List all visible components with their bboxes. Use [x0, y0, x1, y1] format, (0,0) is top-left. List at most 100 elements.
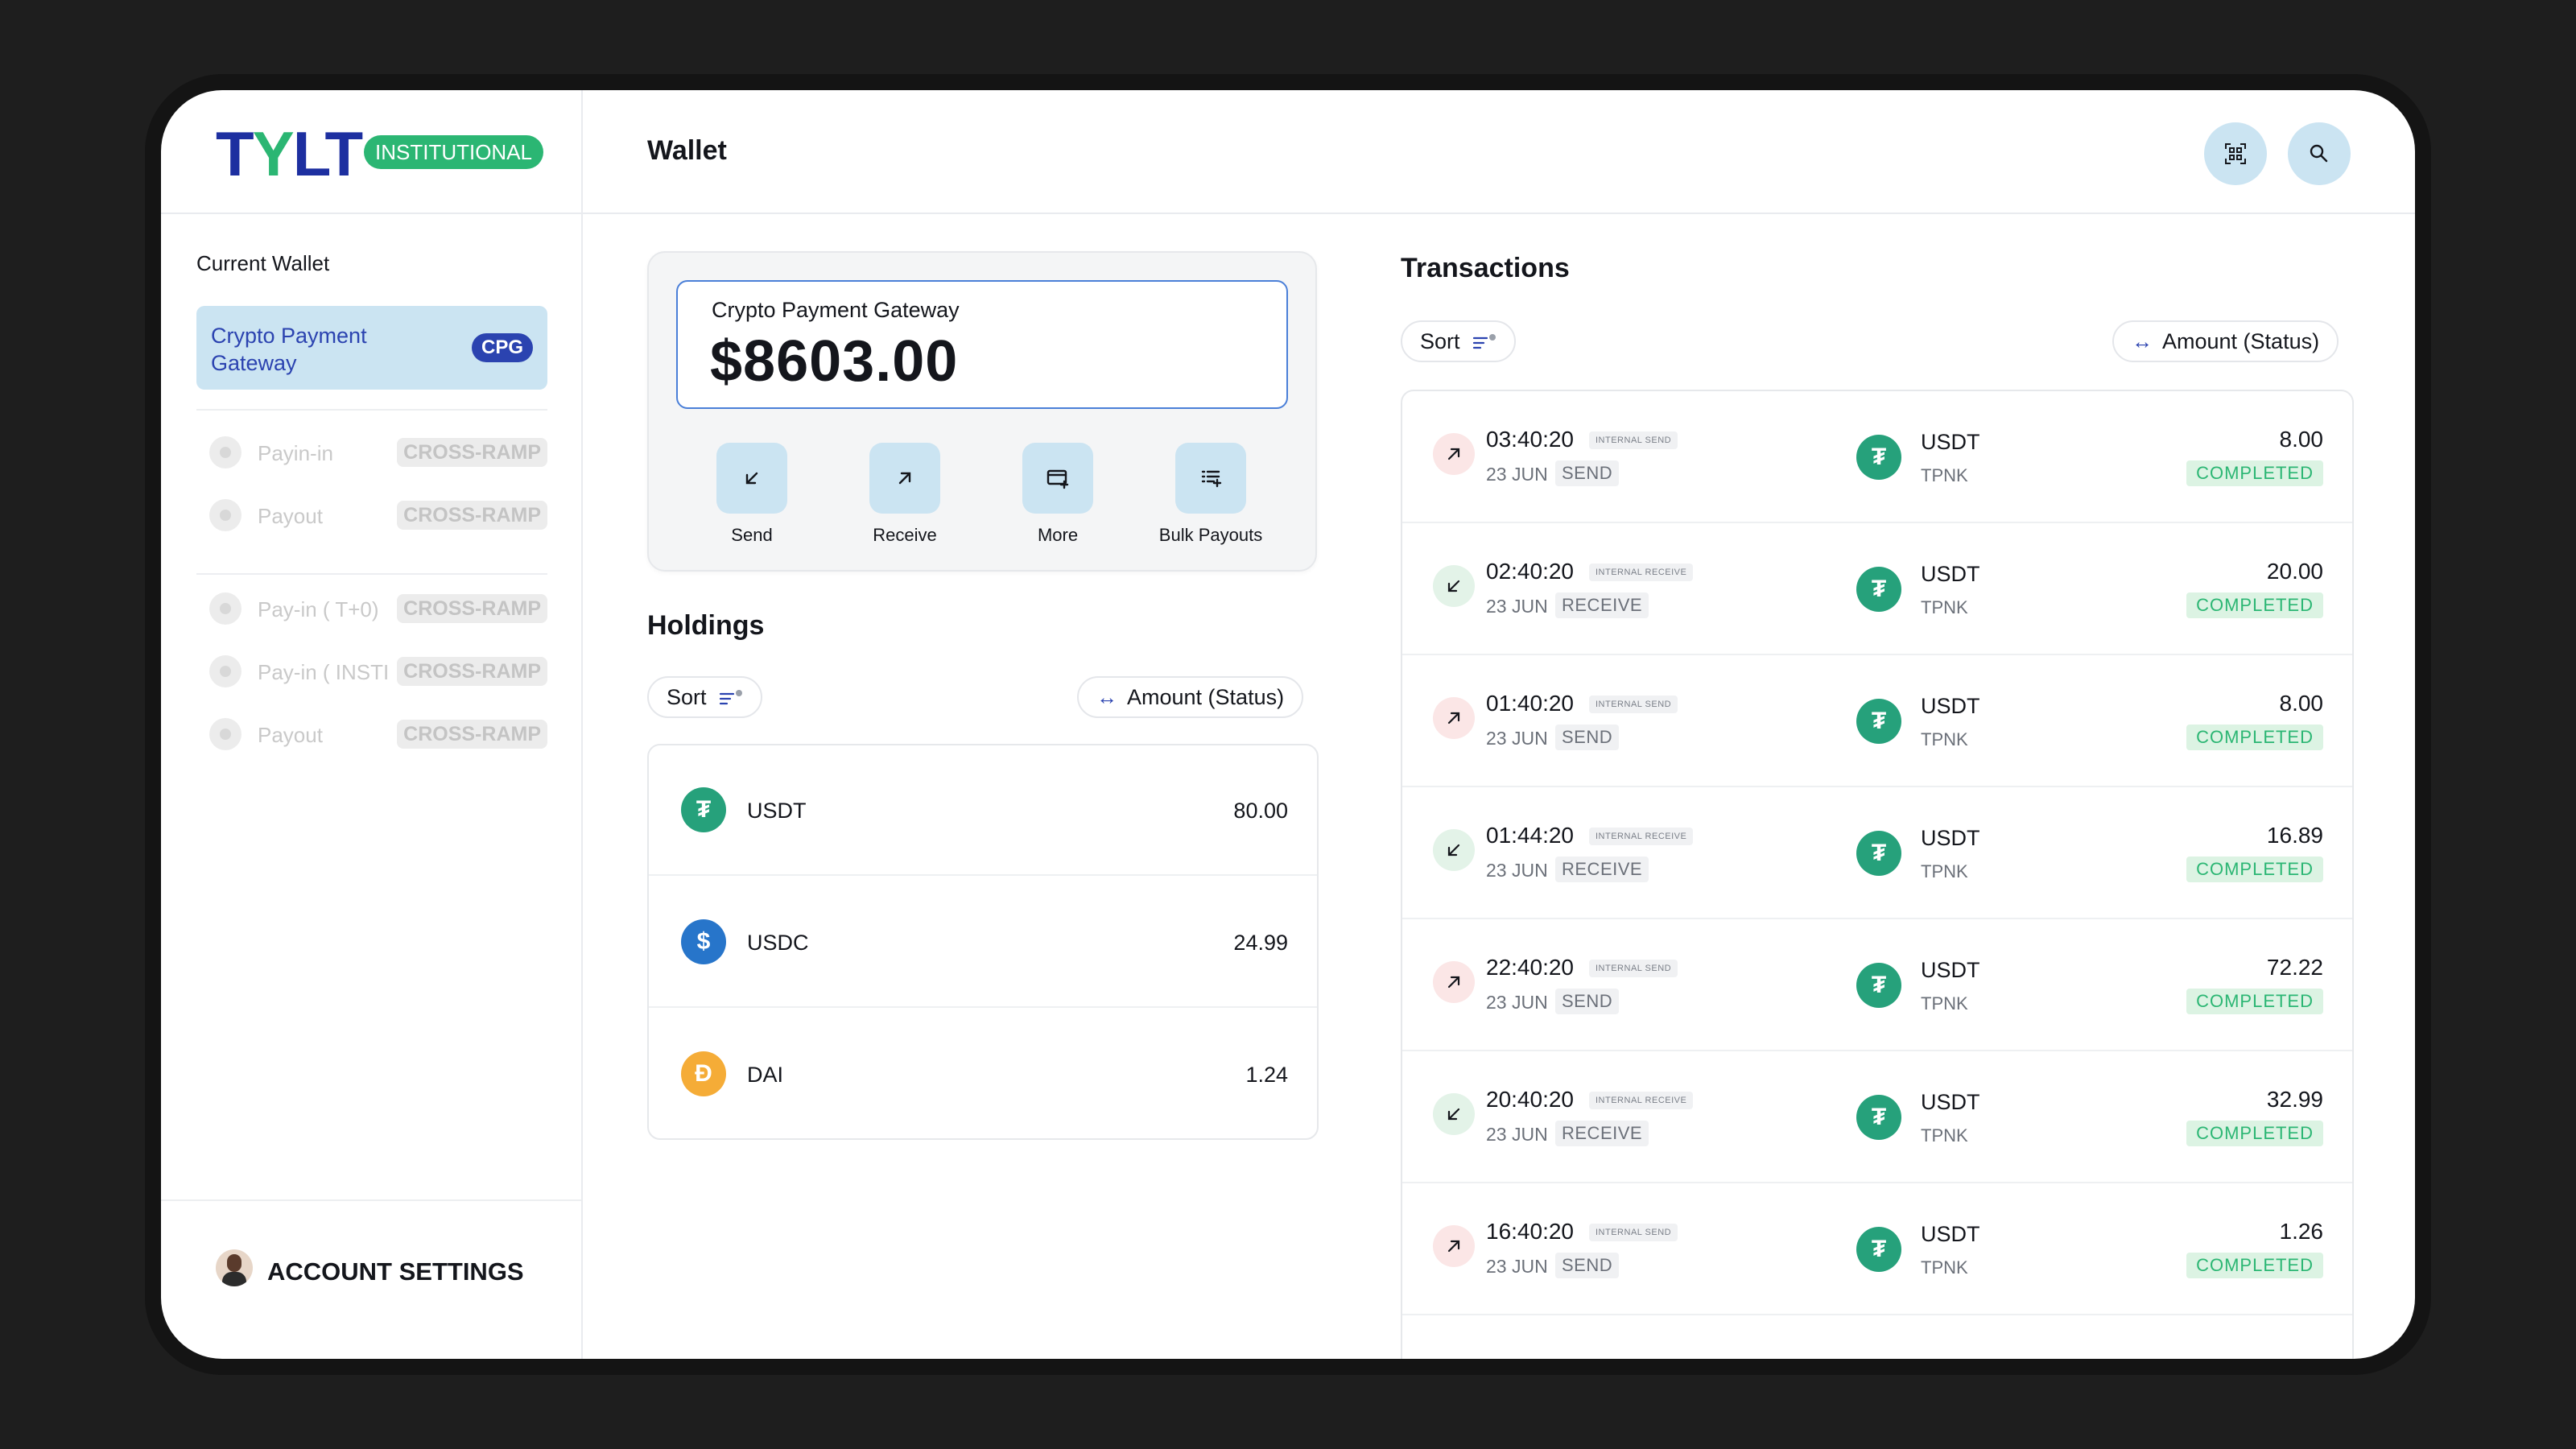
holding-row-usdc[interactable]: $ USDC 24.99	[649, 877, 1317, 1008]
logo[interactable]: TYLT	[216, 122, 363, 185]
holding-symbol: USDT	[747, 799, 807, 823]
transaction-type: INTERNAL RECEIVE	[1589, 1092, 1694, 1109]
arrow-down-left-icon	[745, 472, 758, 485]
arrow-down-left-icon	[1447, 580, 1460, 592]
send-button[interactable]: Send	[687, 443, 816, 546]
sort-icon	[719, 689, 743, 704]
app-screen: TYLT INSTITUTIONAL Current Wallet Crypto…	[161, 90, 2415, 1359]
current-wallet-title: Current Wallet	[196, 251, 330, 275]
transactions-title: Transactions	[1401, 253, 1570, 283]
holdings-title: Holdings	[647, 610, 765, 641]
transaction-symbol: USDT	[1921, 958, 1980, 982]
transaction-symbol: USDT	[1921, 826, 1980, 850]
holdings-list: ₮ USDT 80.00 $ USDC 24.99 Ð DAI 1.24	[647, 744, 1319, 1140]
transaction-row[interactable]: 01:44:20 INTERNAL RECEIVE 23 JUN RECEIVE…	[1402, 787, 2352, 919]
arrow-up-right-icon	[1447, 976, 1460, 989]
arrow-up-right-icon	[1447, 1240, 1460, 1253]
transaction-kind: SEND	[1555, 989, 1620, 1014]
usdt-icon: ₮	[681, 787, 726, 832]
transaction-row[interactable]: 22:40:20 INTERNAL SEND 23 JUN SEND ₮ USD…	[1402, 919, 2352, 1051]
search-icon	[2310, 144, 2328, 163]
transaction-time: 16:40:20	[1486, 1219, 1574, 1244]
holdings-amount-status-button[interactable]: ↔ Amount (Status)	[1077, 676, 1304, 718]
holding-symbol: USDC	[747, 931, 809, 955]
transaction-amount: 32.99	[2266, 1087, 2323, 1112]
more-label: More	[1037, 525, 1079, 545]
transaction-network: TPNK	[1921, 861, 1968, 881]
current-wallet-item[interactable]: Crypto Payment Gateway CPG	[196, 306, 547, 390]
sort-icon	[1472, 333, 1496, 349]
transaction-row[interactable]: 01:40:20 INTERNAL SEND 23 JUN SEND ₮ USD…	[1402, 655, 2352, 787]
transactions-list: 03:40:20 INTERNAL SEND 23 JUN SEND ₮ USD…	[1401, 390, 2354, 1359]
arrow-down-left-icon	[1447, 844, 1460, 857]
transaction-date: 23 JUN	[1486, 992, 1548, 1013]
transaction-kind: RECEIVE	[1555, 1121, 1649, 1146]
transaction-row[interactable]: 02:40:20 INTERNAL RECEIVE 23 JUN RECEIVE…	[1402, 523, 2352, 655]
sidebar-bottom-divider	[161, 1199, 581, 1201]
transaction-kind: RECEIVE	[1555, 592, 1649, 618]
sidebar-item-payin-insti[interactable]: Pay-in ( INSTI CROSS-RAMP	[209, 654, 547, 689]
transaction-type: INTERNAL RECEIVE	[1589, 828, 1694, 845]
send-direction-badge	[1433, 697, 1475, 739]
sidebar-item-tag: CROSS-RAMP	[397, 594, 547, 623]
usdt-icon: ₮	[1856, 831, 1901, 876]
sidebar-item-payout-2[interactable]: Payout CROSS-RAMP	[209, 716, 547, 752]
usdt-icon: ₮	[1856, 963, 1901, 1008]
transaction-kind: RECEIVE	[1555, 857, 1649, 882]
holding-row-dai[interactable]: Ð DAI 1.24	[649, 1009, 1317, 1140]
eye-icon	[209, 592, 242, 625]
page-title: Wallet	[647, 135, 727, 166]
status-badge: COMPLETED	[2186, 460, 2323, 486]
transaction-network: TPNK	[1921, 597, 1968, 617]
transaction-date: 23 JUN	[1486, 596, 1548, 617]
transaction-kind: SEND	[1555, 724, 1620, 750]
qr-scan-button[interactable]	[2204, 122, 2267, 185]
wallet-label: Crypto Payment Gateway	[712, 298, 960, 322]
transactions-sort-button[interactable]: Sort	[1401, 320, 1517, 362]
transaction-symbol: USDT	[1921, 1090, 1980, 1114]
balance-box[interactable]: Crypto Payment Gateway $8603.00	[676, 280, 1288, 409]
transaction-amount: 20.00	[2266, 559, 2323, 584]
account-settings-label: ACCOUNT SETTINGS	[267, 1257, 524, 1286]
sidebar-item-tag: CROSS-RAMP	[397, 657, 547, 686]
transaction-row[interactable]: 16:40:20 INTERNAL SEND 23 JUN SEND ₮ USD…	[1402, 1183, 2352, 1315]
transaction-row[interactable]: 20:40:20 INTERNAL RECEIVE 23 JUN RECEIVE…	[1402, 1051, 2352, 1183]
top-header: Wallet	[583, 90, 2415, 214]
sidebar-divider	[196, 573, 547, 575]
amount-status-label: Amount (Status)	[1127, 685, 1285, 709]
holding-value: 80.00	[1233, 799, 1288, 823]
sidebar-item-payout[interactable]: Payout CROSS-RAMP	[209, 497, 547, 533]
more-button[interactable]: More	[993, 443, 1122, 546]
transaction-time: 20:40:20	[1486, 1087, 1574, 1112]
search-button[interactable]	[2288, 122, 2351, 185]
current-wallet-label: Crypto Payment Gateway	[211, 324, 367, 375]
bulk-payouts-button[interactable]: Bulk Payouts	[1146, 443, 1275, 546]
sidebar-item-label: Payin-in	[258, 441, 333, 465]
sidebar-item-payin[interactable]: Payin-in CROSS-RAMP	[209, 435, 547, 470]
holding-row-usdt[interactable]: ₮ USDT 80.00	[649, 745, 1317, 876]
card-plus-icon	[1046, 469, 1069, 489]
transaction-time: 01:44:20	[1486, 823, 1574, 848]
transaction-row[interactable]: 03:40:20 INTERNAL SEND 23 JUN SEND ₮ USD…	[1402, 391, 2352, 523]
transaction-amount: 8.00	[2279, 691, 2324, 716]
transaction-type: INTERNAL SEND	[1589, 1224, 1678, 1241]
receive-direction-badge	[1433, 829, 1475, 871]
sidebar-item-payin-t0[interactable]: Pay-in ( T+0) CROSS-RAMP	[209, 591, 547, 626]
current-wallet-badge: CPG	[471, 333, 533, 362]
bulk-payouts-label: Bulk Payouts	[1158, 525, 1263, 545]
transaction-date: 23 JUN	[1486, 464, 1548, 485]
status-badge: COMPLETED	[2186, 592, 2323, 618]
transaction-network: TPNK	[1921, 729, 1968, 749]
sidebar-item-tag: CROSS-RAMP	[397, 438, 547, 467]
receive-button[interactable]: Receive	[840, 443, 969, 546]
receive-direction-badge	[1433, 565, 1475, 607]
swap-arrows-icon: ↔	[2132, 329, 2153, 353]
holdings-sort-button[interactable]: Sort	[647, 676, 763, 718]
transaction-amount: 1.26	[2279, 1219, 2324, 1244]
sidebar-item-label: Pay-in ( INSTI	[258, 660, 390, 684]
qr-scan-icon	[2225, 143, 2246, 164]
transactions-amount-status-button[interactable]: ↔ Amount (Status)	[2112, 320, 2339, 362]
sidebar-item-label: Payout	[258, 723, 323, 747]
status-badge: COMPLETED	[2186, 1253, 2323, 1278]
usdt-icon: ₮	[1856, 1227, 1901, 1272]
